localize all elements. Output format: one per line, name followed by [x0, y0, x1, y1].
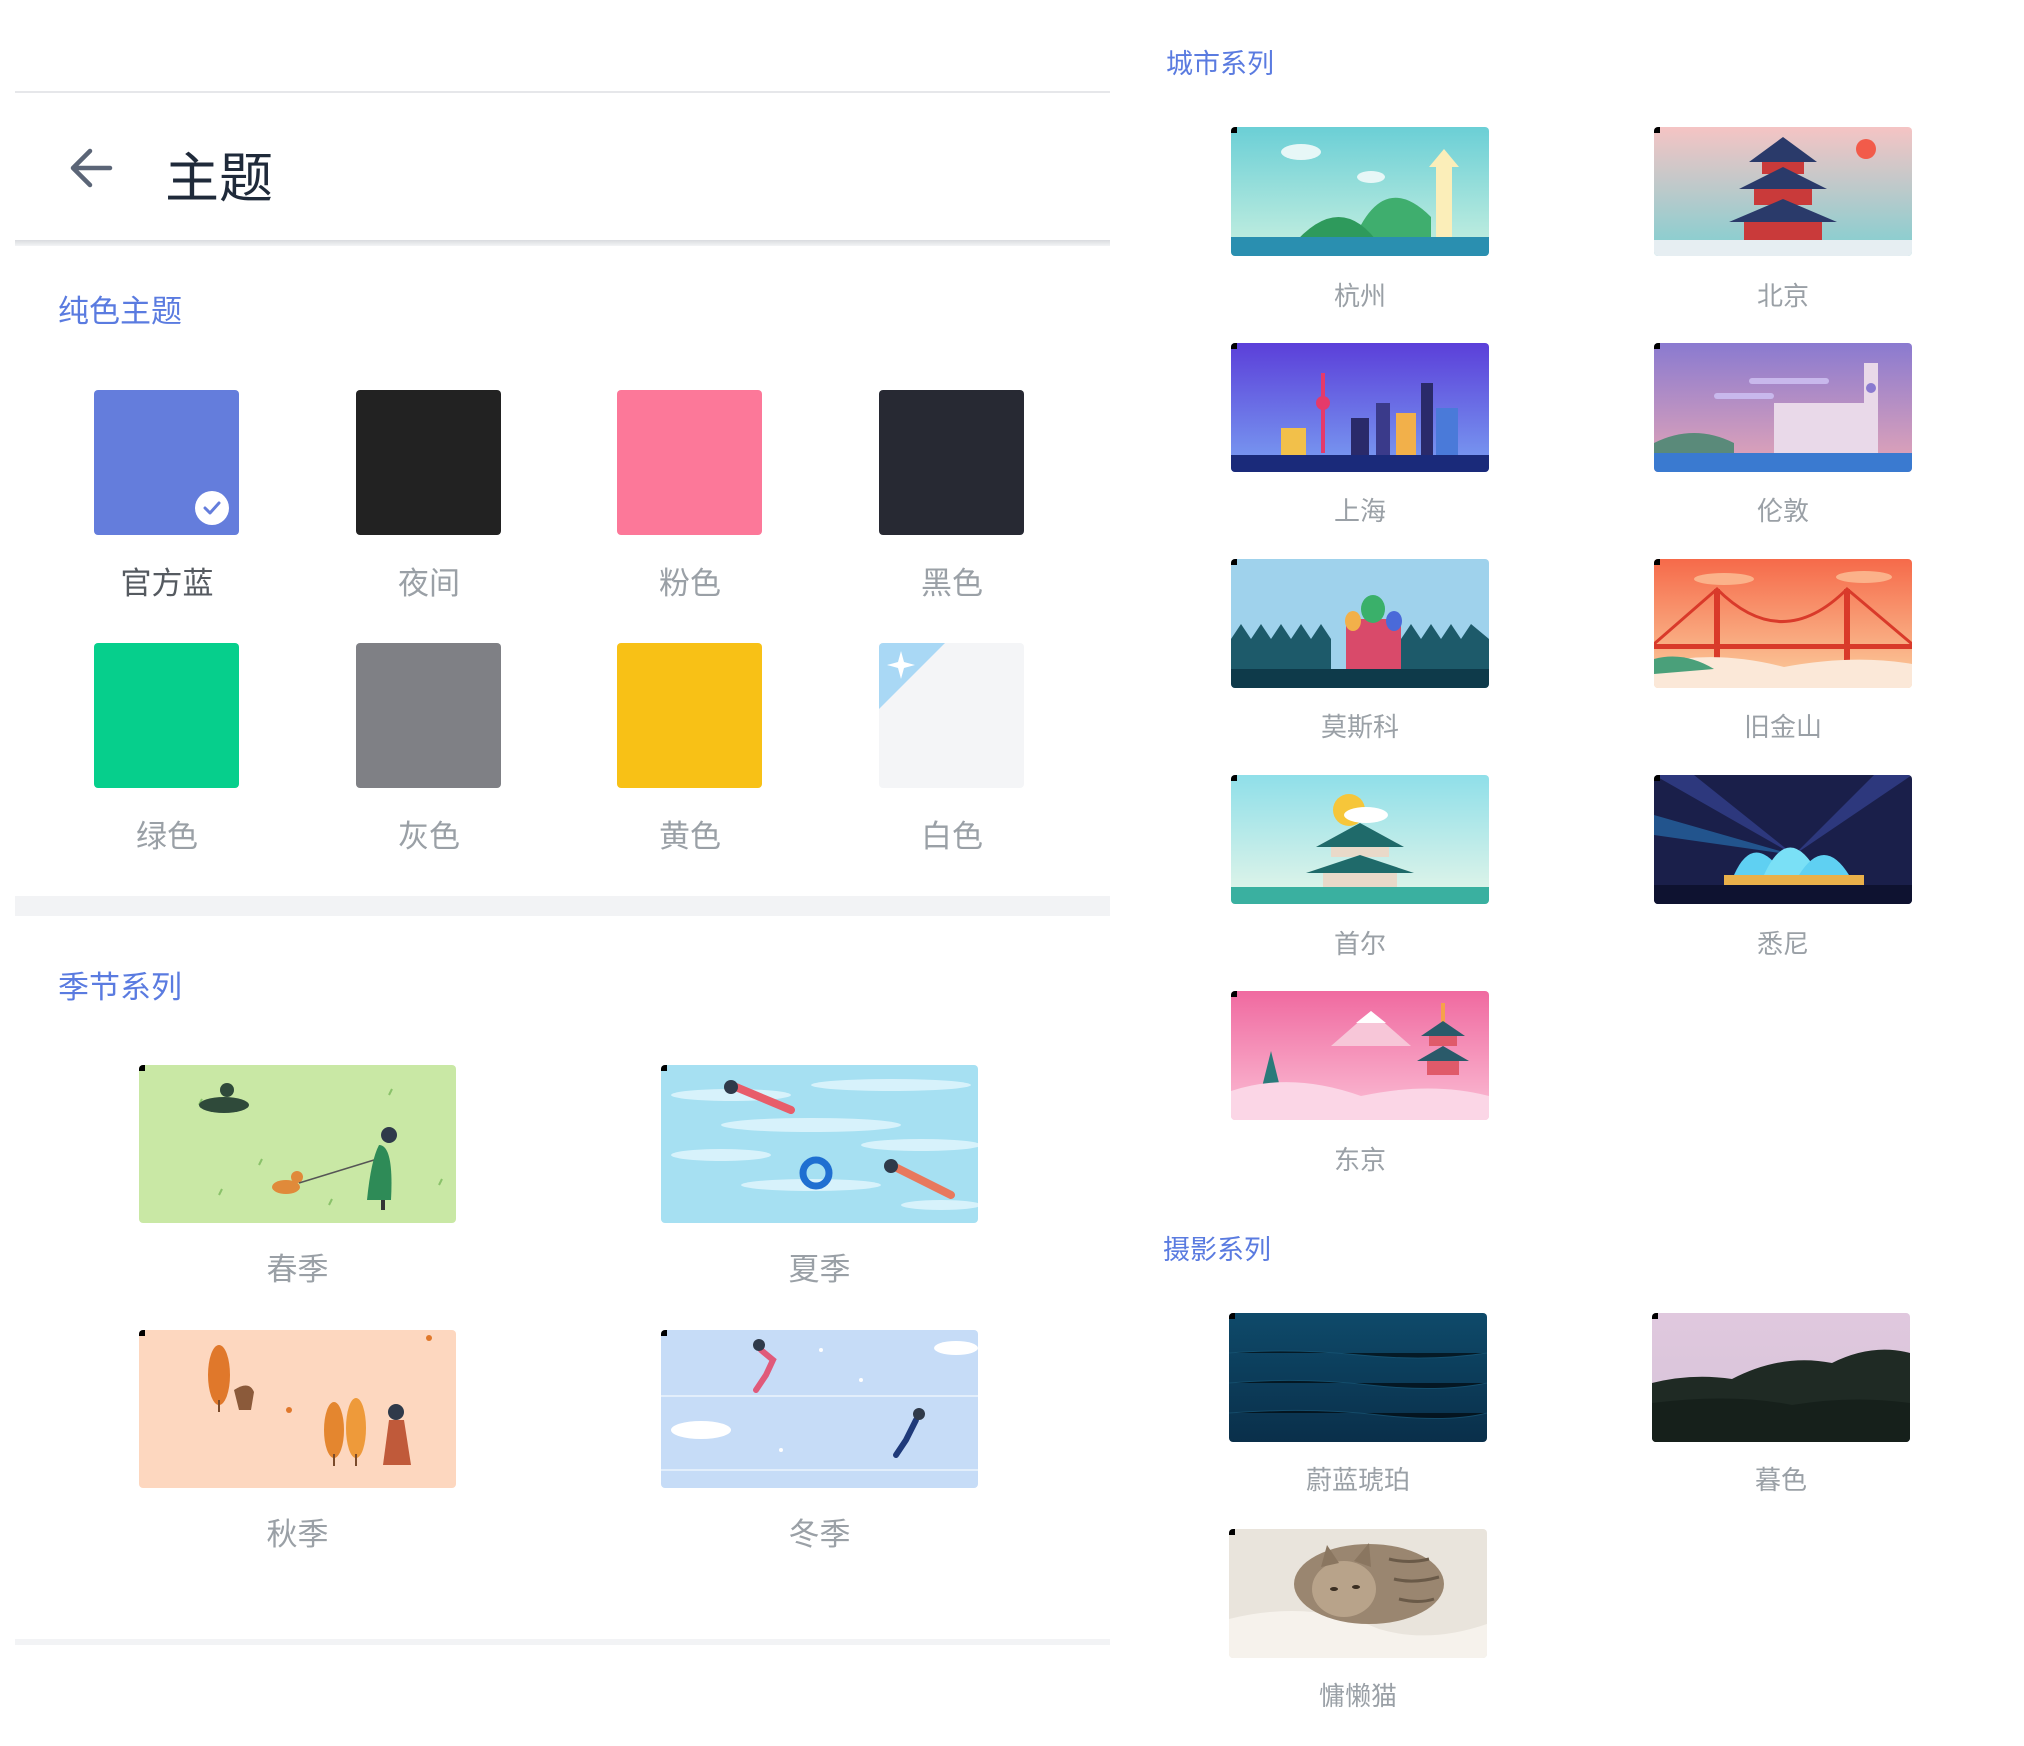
city-label: 莫斯科: [1320, 713, 1399, 743]
crown-icon: [139, 1330, 145, 1336]
crown-icon: [1654, 127, 1660, 133]
city-card-sydney[interactable]: [1654, 775, 1912, 904]
section-gap-divider: [15, 896, 1110, 916]
crown-icon: [1654, 559, 1660, 565]
city-section-title: 城市系列: [1166, 49, 1274, 80]
crown-icon: [1654, 343, 1660, 349]
summer-illustration: [661, 1065, 978, 1223]
header-shadow: [15, 240, 1110, 246]
city-card-moscow[interactable]: [1231, 559, 1489, 688]
swatch-label: 白色: [921, 819, 983, 855]
season-section-title: 季节系列: [58, 970, 182, 1006]
sparkle-icon: [1229, 1313, 1235, 1319]
city-card-tokyo[interactable]: [1231, 991, 1489, 1120]
swatch-night[interactable]: [356, 390, 501, 535]
moscow-illustration: [1231, 559, 1489, 688]
city-label: 北京: [1756, 282, 1809, 312]
crown-icon: [139, 1065, 145, 1071]
season-label: 冬季: [788, 1517, 851, 1553]
photo-card-twilight[interactable]: [1652, 1313, 1910, 1442]
heart-icon: [1652, 1313, 1658, 1319]
seoul-illustration: [1231, 775, 1489, 904]
city-card-shanghai[interactable]: [1231, 343, 1489, 472]
swatch-label: 粉色: [659, 566, 721, 602]
city-label: 旧金山: [1743, 713, 1822, 743]
swatch-label: 黄色: [659, 819, 721, 855]
city-label: 悉尼: [1756, 930, 1809, 960]
city-card-beijing[interactable]: [1654, 127, 1912, 256]
sydney-illustration: [1654, 775, 1912, 904]
spring-illustration: [139, 1065, 456, 1223]
crown-icon: [661, 1330, 667, 1336]
tokyo-illustration: [1231, 991, 1489, 1120]
swatch-label: 灰色: [398, 819, 460, 855]
photo-label: 蔚蓝琥珀: [1305, 1466, 1410, 1496]
crown-icon: [1231, 775, 1237, 781]
photo-label: 慵懒猫: [1318, 1682, 1397, 1712]
back-button[interactable]: [66, 143, 116, 193]
top-divider: [15, 91, 1110, 93]
crown-icon: [1231, 127, 1237, 133]
winter-illustration: [661, 1330, 978, 1488]
swatch-black[interactable]: [879, 390, 1024, 535]
swatch-official-blue[interactable]: [94, 390, 239, 535]
photo-card-azure-amber[interactable]: [1229, 1313, 1487, 1442]
city-card-london[interactable]: [1654, 343, 1912, 472]
beijing-illustration: [1654, 127, 1912, 256]
season-label: 春季: [266, 1252, 329, 1288]
solid-section-title: 纯色主题: [58, 294, 182, 330]
azure-amber-photo: [1229, 1313, 1487, 1442]
photo-label: 暮色: [1754, 1466, 1807, 1496]
crown-icon: [1231, 991, 1237, 997]
swatch-yellow[interactable]: [617, 643, 762, 788]
city-label: 杭州: [1333, 282, 1386, 312]
city-card-san-francisco[interactable]: [1654, 559, 1912, 688]
city-label: 首尔: [1333, 930, 1386, 960]
city-label: 东京: [1333, 1146, 1386, 1176]
photo-card-lazy-cat[interactable]: [1229, 1529, 1487, 1658]
city-card-seoul[interactable]: [1231, 775, 1489, 904]
swatch-label: 官方蓝: [120, 566, 214, 602]
shanghai-illustration: [1231, 343, 1489, 472]
check-icon: [195, 491, 229, 525]
crown-icon: [1231, 343, 1237, 349]
photo-section-title: 摄影系列: [1163, 1235, 1271, 1266]
lazy-cat-photo: [1229, 1529, 1487, 1658]
swatch-label: 夜间: [398, 566, 460, 602]
swatch-white[interactable]: [879, 643, 1024, 788]
city-card-hangzhou[interactable]: [1231, 127, 1489, 256]
swatch-gray[interactable]: [356, 643, 501, 788]
season-label: 秋季: [266, 1517, 329, 1553]
swatch-label: 绿色: [136, 819, 198, 855]
city-label: 上海: [1333, 497, 1386, 527]
bottom-divider: [15, 1639, 1110, 1645]
london-illustration: [1654, 343, 1912, 472]
season-label: 夏季: [788, 1252, 851, 1288]
twilight-photo: [1652, 1313, 1910, 1442]
san-francisco-illustration: [1654, 559, 1912, 688]
autumn-illustration: [139, 1330, 456, 1488]
page-title: 主题: [165, 147, 273, 210]
swatch-pink[interactable]: [617, 390, 762, 535]
arrow-left-icon: [70, 148, 113, 188]
crown-icon: [1229, 1529, 1235, 1535]
crown-icon: [1231, 559, 1237, 565]
crown-icon: [661, 1065, 667, 1071]
city-label: 伦敦: [1756, 497, 1809, 527]
season-card-autumn[interactable]: [139, 1330, 456, 1488]
crown-icon: [1654, 775, 1660, 781]
season-card-winter[interactable]: [661, 1330, 978, 1488]
season-card-summer[interactable]: [661, 1065, 978, 1223]
swatch-green[interactable]: [94, 643, 239, 788]
swatch-label: 黑色: [921, 566, 983, 602]
sparkle-icon: [879, 643, 945, 709]
season-card-spring[interactable]: [139, 1065, 456, 1223]
hangzhou-illustration: [1231, 127, 1489, 256]
